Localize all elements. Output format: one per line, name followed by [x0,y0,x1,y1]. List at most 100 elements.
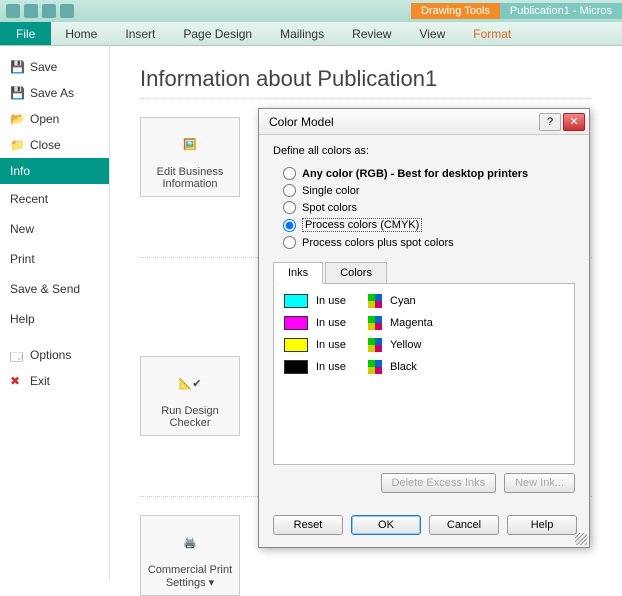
delete-excess-inks-button[interactable]: Delete Excess Inks [381,473,497,493]
sidebar-item-open[interactable]: 📂 Open [0,106,109,132]
quick-access-toolbar [0,4,80,18]
tab-mailings[interactable]: Mailings [266,22,338,45]
inks-list: In use Cyan In use Magenta In use Yellow… [273,284,575,465]
radio-single-color[interactable]: Single color [283,182,575,199]
cancel-button[interactable]: Cancel [429,515,499,535]
ink-row[interactable]: In use Yellow [284,338,564,352]
ink-status: In use [316,361,360,373]
ink-name: Cyan [390,295,434,307]
tile-label: Commercial Print Settings ▾ [145,564,235,589]
sidebar-label: New [10,222,34,236]
ink-swatch-icon [284,316,308,330]
radio-label: Spot colors [302,202,357,214]
ink-name: Yellow [390,339,434,351]
color-model-dialog: Color Model ? ✕ Define all colors as: An… [258,108,590,548]
exit-icon: ✖ [10,374,24,388]
tab-home[interactable]: Home [51,22,111,45]
cmyk-icon [368,316,382,330]
color-model-radios: Any color (RGB) - Best for desktop print… [283,165,575,251]
ink-name: Black [390,361,434,373]
save-icon: 💾 [10,60,24,74]
sidebar-label: Print [10,252,35,266]
tile-run-design-checker[interactable]: 📐✔ Run Design Checker [140,356,240,436]
sidebar-label: Options [30,348,71,362]
sidebar-label: Exit [30,374,50,388]
radio-label: Any color (RGB) - Best for desktop print… [302,168,528,180]
ok-button[interactable]: OK [351,515,421,535]
sidebar-item-print[interactable]: Print [0,244,109,274]
dialog-help-button[interactable]: ? [539,113,561,131]
design-checker-icon: 📐✔ [170,367,210,399]
ribbon-tabs: File Home Insert Page Design Mailings Re… [0,22,622,46]
new-ink-button[interactable]: New Ink... [504,473,575,493]
help-button[interactable]: Help [507,515,577,535]
radio-process-plus-spot[interactable]: Process colors plus spot colors [283,234,575,251]
sidebar-item-save[interactable]: 💾 Save [0,54,109,80]
radio-process-cmyk[interactable]: Process colors (CMYK) [283,216,575,234]
sidebar-label: Info [10,164,30,178]
window-title: Publication1 - Micros [500,3,622,19]
print-settings-icon: 🖨️ [170,526,210,558]
sidebar-label: Open [30,112,59,126]
tab-format[interactable]: Format [459,22,525,45]
ink-name: Magenta [390,317,434,329]
save-as-icon: 💾 [10,86,24,100]
tab-view[interactable]: View [405,22,459,45]
sidebar-item-save-send[interactable]: Save & Send [0,274,109,304]
cmyk-icon [368,294,382,308]
tab-inks[interactable]: Inks [273,262,323,284]
qat-icon[interactable] [6,4,20,18]
backstage-sidebar: 💾Save 💾Save As 📂Open 📁Close Info Recent … [0,46,110,581]
title-bar: Drawing Tools Publication1 - Micros [0,0,622,22]
ink-swatch-icon [284,294,308,308]
sidebar-label: Save [30,60,57,74]
ink-row[interactable]: In use Magenta [284,316,564,330]
tile-commercial-print[interactable]: 🖨️ Commercial Print Settings ▾ [140,515,240,596]
tab-insert[interactable]: Insert [111,22,169,45]
tab-review[interactable]: Review [338,22,405,45]
dialog-close-button[interactable]: ✕ [563,113,585,131]
ink-tabstrip: Inks Colors [273,261,575,284]
tile-label: Run Design Checker [145,405,235,429]
ink-status: In use [316,317,360,329]
sidebar-item-exit[interactable]: ✖ Exit [0,368,109,394]
resize-grip[interactable] [575,533,587,545]
open-folder-icon: 📂 [10,112,24,126]
qat-undo-icon[interactable] [42,4,56,18]
close-folder-icon: 📁 [10,138,24,152]
divider [140,98,592,99]
cmyk-icon [368,360,382,374]
tile-edit-business-info[interactable]: 🖼️ Edit Business Information [140,117,240,197]
sidebar-label: Save & Send [10,282,80,296]
dialog-titlebar[interactable]: Color Model ? ✕ [259,109,589,135]
sidebar-label: Recent [10,192,48,206]
ink-row[interactable]: In use Black [284,360,564,374]
tile-label: Edit Business Information [145,166,235,190]
dialog-footer-buttons: Reset OK Cancel Help [259,507,589,547]
file-tab[interactable]: File [0,22,51,45]
tab-page-design[interactable]: Page Design [169,22,266,45]
radio-spot-colors[interactable]: Spot colors [283,199,575,216]
cmyk-icon [368,338,382,352]
tab-colors[interactable]: Colors [325,262,387,284]
sidebar-label: Close [30,138,61,152]
qat-save-icon[interactable] [24,4,38,18]
ink-row[interactable]: In use Cyan [284,294,564,308]
options-icon: 🗔 [10,348,24,362]
sidebar-item-recent[interactable]: Recent [0,184,109,214]
sidebar-item-close[interactable]: 📁 Close [0,132,109,158]
radio-label: Single color [302,185,359,197]
sidebar-item-help[interactable]: Help [0,304,109,334]
sidebar-label: Help [10,312,35,326]
business-info-icon: 🖼️ [170,128,210,160]
reset-button[interactable]: Reset [273,515,343,535]
page-heading: Information about Publication1 [140,66,592,92]
contextual-tab-label: Drawing Tools [411,3,500,19]
sidebar-item-save-as[interactable]: 💾Save As [0,80,109,106]
sidebar-item-info[interactable]: Info [0,158,109,184]
radio-any-color[interactable]: Any color (RGB) - Best for desktop print… [283,165,575,182]
sidebar-item-options[interactable]: 🗔 Options [0,342,109,368]
ink-status: In use [316,339,360,351]
qat-redo-icon[interactable] [60,4,74,18]
sidebar-item-new[interactable]: New [0,214,109,244]
